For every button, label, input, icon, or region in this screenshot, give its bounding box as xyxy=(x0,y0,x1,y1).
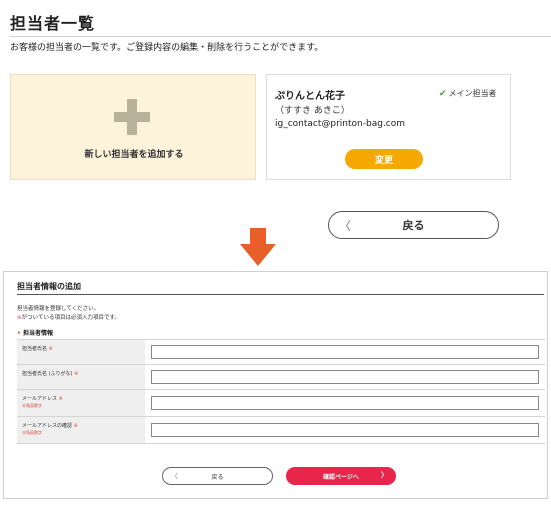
add-contact-label: 新しい担当者を追加する xyxy=(84,150,184,160)
section-title: 担当者情報 xyxy=(22,330,53,337)
plus-icon-bar xyxy=(114,112,150,122)
form-back-label: 戻る xyxy=(211,473,224,481)
form-title: 担当者情報の追加 xyxy=(17,282,81,291)
down-arrow-head xyxy=(240,244,276,266)
title-divider xyxy=(10,36,551,37)
field-label: メールアドレスの確認 ※ 半角英数字 xyxy=(17,417,145,443)
form-description: 担当者情報を登録してください。 xyxy=(17,306,100,312)
main-contact-badge: ✔ メイン担当者 xyxy=(439,88,497,99)
form-table: 担当者氏名 ※ 担当者氏名 (ふりがな) ※ メールアドレス ※ 半角英数字 メー… xyxy=(17,339,545,444)
main-contact-label: メイン担当者 xyxy=(448,89,497,98)
contact-card: ぷりんとん花子 ✔ メイン担当者 （すすき あきこ） ig_contact@pr… xyxy=(266,74,511,180)
contact-kana-input[interactable] xyxy=(151,370,539,384)
form-row-email-confirm: メールアドレスの確認 ※ 半角英数字 xyxy=(17,417,545,444)
check-icon: ✔ xyxy=(439,88,447,99)
contact-email: ig_contact@printon-bag.com xyxy=(275,119,406,129)
field-label: メールアドレス ※ 半角英数字 xyxy=(17,390,145,416)
add-contact-card[interactable]: 新しい担当者を追加する xyxy=(10,74,256,180)
chevron-right-icon: 〉 xyxy=(381,471,388,479)
field-label: 担当者氏名 ※ xyxy=(17,340,145,364)
form-row-name: 担当者氏名 ※ xyxy=(17,340,545,365)
contact-name: ぷりんとん花子 xyxy=(275,91,345,102)
form-row-kana: 担当者氏名 (ふりがな) ※ xyxy=(17,365,545,390)
contact-kana: （すすき あきこ） xyxy=(275,106,350,116)
email-input[interactable] xyxy=(151,396,539,410)
form-title-divider xyxy=(17,294,544,295)
chevron-left-icon: 〈 xyxy=(339,219,352,233)
email-confirm-input[interactable] xyxy=(151,423,539,437)
required-note-text: がついている項目は必須入力項目です。 xyxy=(21,315,120,321)
confirm-label: 確認ページへ xyxy=(323,473,359,481)
back-button[interactable]: 〈 戻る xyxy=(328,211,499,239)
field-hint: 半角英数字 xyxy=(22,402,42,408)
required-note: ※がついている項目は必須入力項目です。 xyxy=(17,313,120,321)
edit-button[interactable]: 変更 xyxy=(345,149,423,169)
form-row-email: メールアドレス ※ 半角英数字 xyxy=(17,390,545,417)
form-back-button[interactable]: 〈 戻る xyxy=(162,467,273,485)
contact-name-input[interactable] xyxy=(151,345,539,359)
add-contact-form: 担当者情報の追加 担当者情報を登録してください。 ※がついている項目は必須入力項… xyxy=(3,271,548,499)
page-description: お客様の担当者の一覧です。ご登録内容の編集・削除を行うことができます。 xyxy=(10,43,324,53)
page-title: 担当者一覧 xyxy=(10,14,96,33)
chevron-left-icon: 〈 xyxy=(171,472,178,480)
confirm-page-button[interactable]: 確認ページへ 〉 xyxy=(286,467,396,485)
field-hint: 半角英数字 xyxy=(22,429,42,435)
section-bullet: • xyxy=(17,330,21,337)
section-heading: • 担当者情報 xyxy=(17,328,53,337)
field-label: 担当者氏名 (ふりがな) ※ xyxy=(17,365,145,389)
back-button-label: 戻る xyxy=(402,219,425,232)
